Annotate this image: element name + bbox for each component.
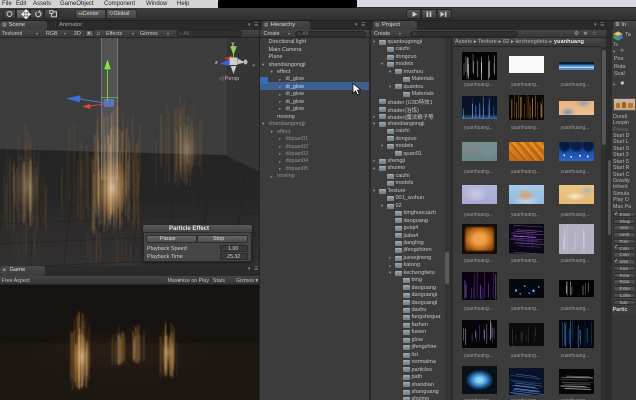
svg-text:y: y bbox=[232, 42, 235, 48]
svg-text:z: z bbox=[215, 60, 218, 66]
